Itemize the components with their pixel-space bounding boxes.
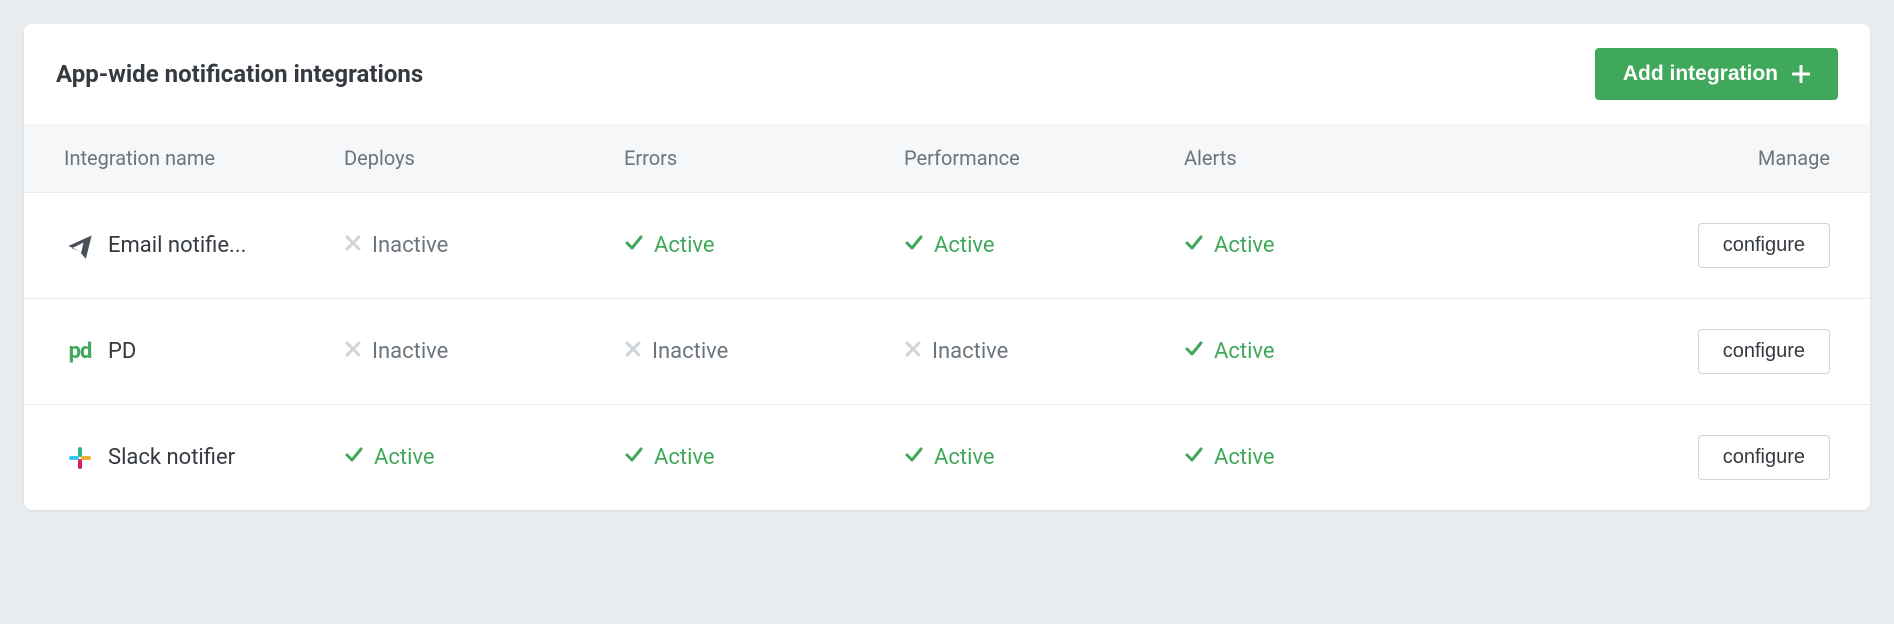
manage-cell: configure xyxy=(1464,223,1830,268)
x-icon xyxy=(344,339,362,364)
th-errors: Errors xyxy=(624,146,904,170)
table-row: Slack notifier Active Active Active Acti… xyxy=(24,405,1870,510)
integration-name: Email notifie... xyxy=(108,233,246,258)
card-header: App-wide notification integrations Add i… xyxy=(24,24,1870,124)
x-icon xyxy=(624,339,642,364)
add-integration-button[interactable]: Add integration xyxy=(1595,48,1838,100)
manage-cell: configure xyxy=(1464,435,1830,480)
integration-name: Slack notifier xyxy=(108,445,235,470)
status-errors: Inactive xyxy=(624,339,904,364)
th-name: Integration name xyxy=(64,146,344,170)
slack-icon xyxy=(64,445,96,471)
status-deploys: Inactive xyxy=(344,339,624,364)
integration-name-cell: pd PD xyxy=(64,339,344,364)
status-performance: Inactive xyxy=(904,339,1184,364)
check-icon xyxy=(904,233,924,259)
status-label: Inactive xyxy=(932,339,1008,364)
status-label: Active xyxy=(654,445,715,470)
status-performance: Active xyxy=(904,233,1184,259)
table-row: pd PD Inactive Inactive Inactive xyxy=(24,299,1870,405)
status-label: Active xyxy=(934,233,995,258)
check-icon xyxy=(1184,233,1204,259)
status-label: Active xyxy=(1214,445,1275,470)
th-deploys: Deploys xyxy=(344,146,624,170)
status-performance: Active xyxy=(904,445,1184,471)
th-alerts: Alerts xyxy=(1184,146,1464,170)
check-icon xyxy=(624,445,644,471)
status-label: Active xyxy=(1214,233,1275,258)
card-title: App-wide notification integrations xyxy=(56,60,423,88)
status-alerts: Active xyxy=(1184,445,1464,471)
status-deploys: Active xyxy=(344,445,624,471)
table-header-row: Integration name Deploys Errors Performa… xyxy=(24,124,1870,193)
status-label: Active xyxy=(934,445,995,470)
table-row: Email notifie... Inactive Active Active … xyxy=(24,193,1870,299)
check-icon xyxy=(1184,339,1204,365)
integration-name-cell: Slack notifier xyxy=(64,445,344,471)
add-integration-label: Add integration xyxy=(1623,62,1778,86)
th-performance: Performance xyxy=(904,146,1184,170)
status-label: Active xyxy=(1214,339,1275,364)
status-alerts: Active xyxy=(1184,233,1464,259)
configure-button[interactable]: configure xyxy=(1698,329,1830,374)
integration-name: PD xyxy=(108,339,136,364)
pagerduty-icon: pd xyxy=(64,339,96,364)
status-errors: Active xyxy=(624,445,904,471)
status-label: Active xyxy=(374,445,435,470)
x-icon xyxy=(904,339,922,364)
th-manage: Manage xyxy=(1464,146,1830,170)
x-icon xyxy=(344,233,362,258)
paper-plane-icon xyxy=(64,232,96,260)
status-errors: Active xyxy=(624,233,904,259)
check-icon xyxy=(344,445,364,471)
check-icon xyxy=(904,445,924,471)
status-label: Inactive xyxy=(372,233,448,258)
integrations-card: App-wide notification integrations Add i… xyxy=(24,24,1870,510)
configure-button[interactable]: configure xyxy=(1698,223,1830,268)
plus-icon xyxy=(1792,65,1810,83)
configure-button[interactable]: configure xyxy=(1698,435,1830,480)
status-alerts: Active xyxy=(1184,339,1464,365)
status-label: Inactive xyxy=(372,339,448,364)
status-deploys: Inactive xyxy=(344,233,624,258)
check-icon xyxy=(624,233,644,259)
check-icon xyxy=(1184,445,1204,471)
status-label: Inactive xyxy=(652,339,728,364)
manage-cell: configure xyxy=(1464,329,1830,374)
status-label: Active xyxy=(654,233,715,258)
integration-name-cell: Email notifie... xyxy=(64,232,344,260)
